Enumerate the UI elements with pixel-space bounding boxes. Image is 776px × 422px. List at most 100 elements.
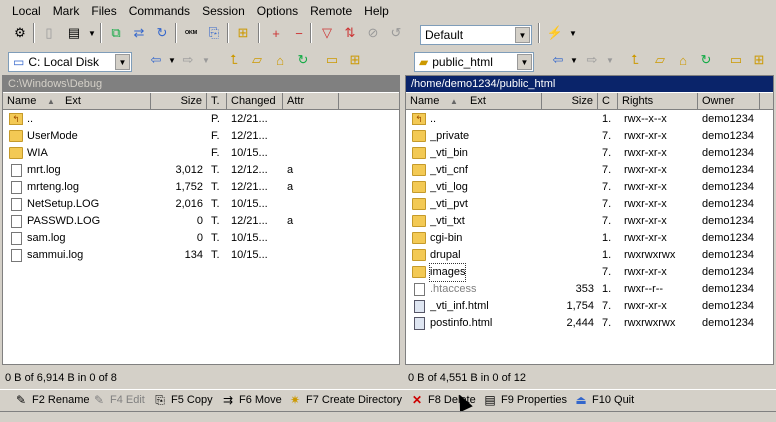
file-row[interactable]: images 7. rwxr-xr-x demo1234 [406,263,773,282]
chevron-down-icon[interactable]: ▼ [82,23,102,43]
right-folder-select[interactable]: ▰ public_html ▼ [414,52,534,72]
header-c[interactable]: C [598,93,618,110]
file-row[interactable]: _vti_txt 7. rwxr-xr-x demo1234 [406,213,773,230]
file-row[interactable]: drupal 1. rwxrwxrwx demo1234 [406,247,773,264]
open-directory-icon[interactable]: ▭ [726,50,746,70]
tree-icon[interactable]: ⊞ [749,50,769,70]
chevron-down-icon[interactable]: ▼ [564,50,584,70]
tree-icon[interactable]: ⊞ [345,50,365,70]
left-path-bar[interactable]: C:\Windows\Debug [3,76,399,92]
header-size[interactable]: Size [542,93,598,110]
file-row[interactable]: _vti_inf.html 1,754 7. rwxr-xr-x demo1234 [406,298,773,315]
toolbar-separator [258,23,260,43]
file-row[interactable]: _vti_log 7. rwxr-xr-x demo1234 [406,179,773,196]
f7-create-directory-label: F7 Create Directory [306,394,402,406]
refresh-sync-icon[interactable]: ↻ [152,23,172,43]
chevron-down-icon[interactable]: ▼ [196,50,216,70]
parent-directory-icon[interactable]: ⮤ [625,50,645,70]
file-row[interactable]: PASSWD.LOG 0 T. 12/21... a [3,213,399,230]
refresh-icon[interactable]: ↻ [293,50,313,70]
file-row[interactable]: mrteng.log 1,752 T. 12/21... a [3,179,399,196]
chevron-down-icon[interactable]: ▼ [563,23,583,43]
file-c: 1. [602,113,612,125]
preferences-icon[interactable]: ⚙ [10,23,30,43]
left-drive-select[interactable]: ▭ C: Local Disk ▼ [8,52,132,72]
f6-move-button[interactable]: ⇉ F6 Move [221,390,282,410]
compare-icon[interactable]: ⇄ [129,23,149,43]
menu-files[interactable]: Files [85,0,122,22]
file-row[interactable]: mrt.log 3,012 T. 12/12... a [3,162,399,179]
file-c: 7. [602,317,612,329]
file-row[interactable]: _vti_pvt 7. rwxr-xr-x demo1234 [406,196,773,213]
f7-create-directory-button[interactable]: ✷ F7 Create Directory [288,390,402,410]
toolbar-separator [227,23,229,43]
synchronize-icon[interactable]: ⧉ [106,23,126,43]
file-owner: demo1234 [702,300,754,312]
menu-options[interactable]: Options [251,0,304,22]
root-directory-icon[interactable]: ▱ [650,50,670,70]
file-row[interactable]: ↰.. P. 12/21... [3,111,399,128]
console-icon[interactable]: ᴼᴷᴹ [181,23,201,43]
edit-icon: ✎ [93,393,105,407]
root-directory-icon[interactable]: ▱ [247,50,267,70]
filter-icon[interactable]: ▽ [317,23,337,43]
header-name[interactable]: Name ▲ Ext [3,93,151,110]
file-row[interactable]: WIA F. 10/15... [3,145,399,162]
file-row[interactable]: sammui.log 134 T. 10/15... [3,247,399,264]
header-type[interactable]: T. [207,93,227,110]
file-row[interactable]: postinfo.html 2,444 7. rwxrwxrwx demo1234 [406,315,773,332]
file-row[interactable]: _private 7. rwxr-xr-x demo1234 [406,128,773,145]
header-changed[interactable]: Changed [227,93,283,110]
putty-icon[interactable]: ⎘ [204,23,224,43]
select-plus-icon[interactable]: + [266,23,286,43]
f10-quit-button[interactable]: ⏏ F10 Quit [574,390,634,410]
refresh-icon[interactable]: ↻ [696,50,716,70]
open-directory-icon[interactable]: ▭ [322,50,342,70]
right-path-bar[interactable]: /home/demo1234/public_html [406,76,773,92]
file-type: T. [211,164,220,176]
menu-help[interactable]: Help [358,0,395,22]
menu-remote[interactable]: Remote [304,0,358,22]
menu-local[interactable]: Local [6,0,47,22]
forward-icon[interactable]: ⇨ [582,50,602,70]
f5-copy-button[interactable]: ⎘ F5 Copy [153,390,212,410]
chevron-down-icon[interactable]: ▼ [600,50,620,70]
header-name[interactable]: Name ▲ Ext [406,93,542,110]
session-tree-icon[interactable]: ⊞ [233,23,253,43]
select-minus-icon[interactable]: − [289,23,309,43]
transfer-settings-icon[interactable]: ⚡ [545,23,565,43]
home-icon[interactable]: ⌂ [673,50,693,70]
invert-selection-icon[interactable]: ⇅ [340,23,360,43]
terminal-icon[interactable]: ▯ [39,23,59,43]
home-icon[interactable]: ⌂ [270,50,290,70]
file-rights: rwxrwxrwx [624,317,676,329]
menu-commands[interactable]: Commands [123,0,196,22]
f9-properties-button[interactable]: ▤ F9 Properties [483,390,567,410]
f4-edit-button[interactable]: ✎ F4 Edit [92,390,145,410]
file-row[interactable]: UserMode F. 12/21... [3,128,399,145]
transfer-profile-select[interactable]: Default ▼ [420,25,532,45]
parent-directory-icon[interactable]: ⮤ [224,50,244,70]
file-row[interactable]: .htaccess 353 1. rwxr--r-- demo1234 [406,281,773,298]
clear-selection-icon[interactable]: ⊘ [363,23,383,43]
header-rights[interactable]: Rights [618,93,698,110]
file-attr: a [287,164,294,176]
header-attr[interactable]: Attr [283,93,339,110]
file-row[interactable]: _vti_bin 7. rwxr-xr-x demo1234 [406,145,773,162]
file-size [542,162,594,179]
menu-session[interactable]: Session [196,0,251,22]
header-size[interactable]: Size [151,93,207,110]
file-row[interactable]: ↰.. 1. rwx--x--x demo1234 [406,111,773,128]
file-row[interactable]: sam.log 0 T. 10/15... [3,230,399,247]
f10-quit-label: F10 Quit [592,394,635,406]
header-owner[interactable]: Owner [698,93,760,110]
forward-icon[interactable]: ⇨ [178,50,198,70]
queue-icon[interactable]: ▤ [64,23,84,43]
menu-mark[interactable]: Mark [47,0,86,22]
file-row[interactable]: _vti_cnf 7. rwxr-xr-x demo1234 [406,162,773,179]
f2-rename-button[interactable]: ✎ F2 Rename [14,390,90,410]
left-panel: C:\Windows\Debug Name ▲ Ext Size T. Chan… [2,75,400,365]
reload-icon[interactable]: ↺ [386,23,406,43]
file-row[interactable]: cgi-bin 1. rwxr-xr-x demo1234 [406,230,773,247]
file-row[interactable]: NetSetup.LOG 2,016 T. 10/15... [3,196,399,213]
